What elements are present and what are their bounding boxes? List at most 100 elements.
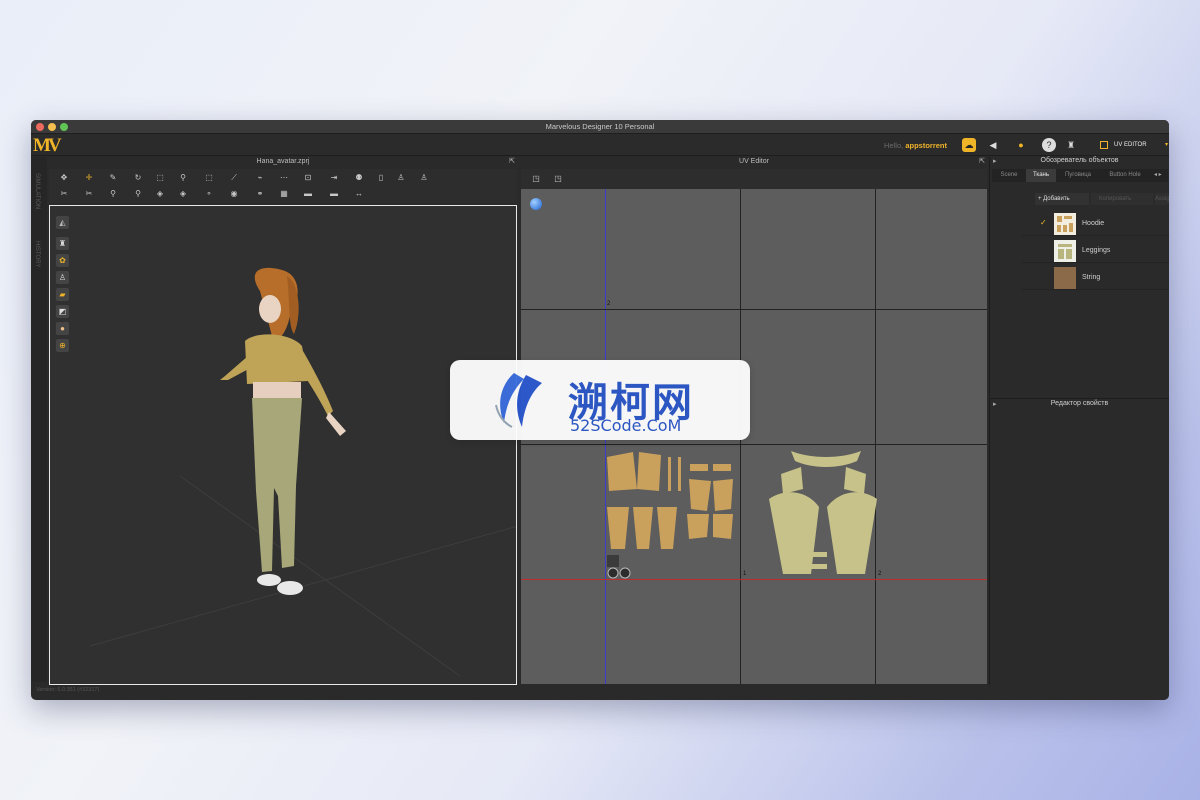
add-fabric-button[interactable]: + Добавить xyxy=(1035,193,1089,205)
puckering-icon[interactable]: ⊡ xyxy=(301,171,315,185)
chevron-down-icon[interactable]: ▾ xyxy=(1165,138,1168,152)
uv-island xyxy=(657,507,677,549)
uv-island xyxy=(811,552,827,557)
tshirt-icon[interactable]: ♜ xyxy=(1064,138,1078,152)
3d-viewport[interactable]: ◭ ♜ ✿ ♙ ▰ ◩ ● ⊕ xyxy=(49,205,517,685)
3d-toolbar: ✥ ✛ ✎ ↻ ⬚ ⚲ ⬚ ⟋ ⌁ ⋯ ⊡ ⇥ ⚉ ▯ ♙ ♙ ✂ ✂ ⚲ ⚲ … xyxy=(49,169,517,203)
fabric-item-string[interactable]: String xyxy=(1022,265,1169,290)
history-tab[interactable]: HISTORY xyxy=(34,241,40,267)
uv-island xyxy=(769,492,819,574)
menu-bar: MV Hello, appstorrent ☁ ◀ ● ? ♜ UV EDITO… xyxy=(31,134,1169,156)
uv-grid-icon xyxy=(1100,141,1108,149)
tuck-icon[interactable]: ⬚ xyxy=(153,171,167,185)
pattern-icon[interactable]: ◈ xyxy=(153,187,167,201)
window-title: Marvelous Designer 10 Personal xyxy=(545,122,655,131)
viewport-canvas xyxy=(89,267,516,677)
panel-expand-icon[interactable]: ⇱ xyxy=(509,157,515,167)
measure-icon[interactable]: ⟋ xyxy=(227,171,241,185)
garment-display-icon[interactable]: ♜ xyxy=(56,237,69,250)
object-browser-tabs: Scene Ткань Пуговица Button Hole ◂ ▸ xyxy=(992,169,1168,182)
leggings-uv-islands xyxy=(769,451,877,574)
iron-icon[interactable]: ⌁ xyxy=(253,171,267,185)
tab-scene[interactable]: Scene xyxy=(994,169,1024,182)
uv-island xyxy=(668,457,671,491)
uv-snapshot-all-icon[interactable]: ◳ xyxy=(551,172,565,186)
skin-icon[interactable]: ● xyxy=(56,322,69,335)
uv-island xyxy=(713,479,733,511)
button-icon[interactable]: ⚬ xyxy=(202,187,216,201)
file-title: Hana_avatar.zprj xyxy=(256,158,310,165)
uv-toolbar: ◳ ◳ xyxy=(521,169,987,189)
uv-snapshot-icon[interactable]: ◳ xyxy=(529,172,543,186)
avatar-display-icon[interactable]: ♙ xyxy=(56,271,69,284)
hoodie-thumbnail-icon xyxy=(1057,216,1073,232)
assign-fabric-button[interactable]: Assign xyxy=(1155,193,1169,205)
buttonhole-icon[interactable]: ◉ xyxy=(227,187,241,201)
collapse-arrow-icon[interactable]: ▸ xyxy=(993,157,997,165)
app-logo-icon: MV xyxy=(33,135,62,156)
tab-fabric[interactable]: Ткань xyxy=(1026,169,1056,182)
pin-icon[interactable]: ⚲ xyxy=(176,171,190,185)
book-icon[interactable]: ▯ xyxy=(374,171,388,185)
sew-icon[interactable]: ✂ xyxy=(57,187,71,201)
tabs-scroll-icon[interactable]: ◂ ▸ xyxy=(1154,169,1162,182)
trim-icon[interactable]: ▦ xyxy=(277,187,291,201)
avatar-pose-icon[interactable]: ♙ xyxy=(417,171,431,185)
sewing-display-icon[interactable]: ✿ xyxy=(56,254,69,267)
strap-icon[interactable]: ▬ xyxy=(327,187,341,201)
tab-button[interactable]: Пуговица xyxy=(1058,169,1098,182)
avatar-arrange-icon[interactable]: ⚉ xyxy=(352,171,366,185)
topstitch-icon[interactable]: ⚲ xyxy=(131,187,145,201)
gather-icon[interactable]: ⋯ xyxy=(277,171,291,185)
tape-icon[interactable]: ▬ xyxy=(301,187,315,201)
graphic-icon[interactable]: ◈ xyxy=(176,187,190,201)
rotate-icon[interactable]: ↻ xyxy=(131,171,145,185)
uv-island xyxy=(678,457,681,491)
object-browser-title: Обозреватель объектов xyxy=(1040,157,1119,164)
brush-icon[interactable]: ✎ xyxy=(106,171,120,185)
globe-icon[interactable]: ⊕ xyxy=(56,339,69,352)
fabric-item-hoodie[interactable]: ✓ Hoodie xyxy=(1022,211,1169,236)
user-name[interactable]: appstorrent xyxy=(905,141,947,150)
copy-fabric-button[interactable]: Копировать xyxy=(1091,193,1153,205)
hoodie-uv-islands xyxy=(607,452,733,549)
fold-icon[interactable]: ⬚ xyxy=(202,171,216,185)
speaker-icon[interactable]: ◀ xyxy=(986,138,1000,152)
tacking-icon[interactable]: ⚲ xyxy=(106,187,120,201)
user-icon[interactable]: ● xyxy=(1014,138,1028,152)
uv-island xyxy=(713,464,731,471)
fabric-thumbnail xyxy=(1054,267,1076,289)
tab-buttonhole[interactable]: Button Hole xyxy=(1100,169,1150,182)
export-icon[interactable]: ⇥ xyxy=(327,171,341,185)
fabric-item-leggings[interactable]: Leggings xyxy=(1022,238,1169,263)
fabric-name: Leggings xyxy=(1082,247,1111,254)
user-prefix: Hello, xyxy=(884,141,904,150)
title-bar: Marvelous Designer 10 Personal xyxy=(31,120,1169,134)
avatar-right-hand xyxy=(326,412,346,436)
folder-icon[interactable]: ▰ xyxy=(56,288,69,301)
uv-editor-mode-button[interactable]: UV EDITOR ▾ xyxy=(1096,138,1168,152)
uv-island xyxy=(844,467,866,494)
align-icon[interactable]: ↔ xyxy=(352,187,366,201)
texture-icon[interactable]: ◩ xyxy=(56,305,69,318)
avatar-left-shoe xyxy=(257,574,281,586)
panel-expand-icon[interactable]: ⇱ xyxy=(979,157,985,167)
property-editor-title: Редактор свойств xyxy=(1050,400,1109,407)
move-icon[interactable]: ✛ xyxy=(82,171,96,185)
avatar-figure[interactable] xyxy=(220,267,346,595)
watermark-banner: 溯柯网 52SCode.CoM xyxy=(450,360,750,440)
string-uv-islands xyxy=(607,555,631,579)
fabric-name: String xyxy=(1082,274,1101,281)
simulation-tab[interactable]: SIMULATION xyxy=(34,173,40,209)
cloud-icon[interactable]: ☁ xyxy=(962,138,976,152)
seam-icon[interactable]: ✂ xyxy=(82,187,96,201)
help-icon[interactable]: ? xyxy=(1042,138,1056,152)
uv-island xyxy=(633,507,653,549)
view-cube-icon[interactable]: ◭ xyxy=(56,216,69,229)
zipper-icon[interactable]: ⚭ xyxy=(253,187,267,201)
select-mesh-icon[interactable]: ✥ xyxy=(57,171,71,185)
fabric-thumbnail xyxy=(1054,240,1076,262)
avatar-icon[interactable]: ♙ xyxy=(394,171,408,185)
uv-island xyxy=(781,467,803,494)
uv-island xyxy=(687,514,709,539)
